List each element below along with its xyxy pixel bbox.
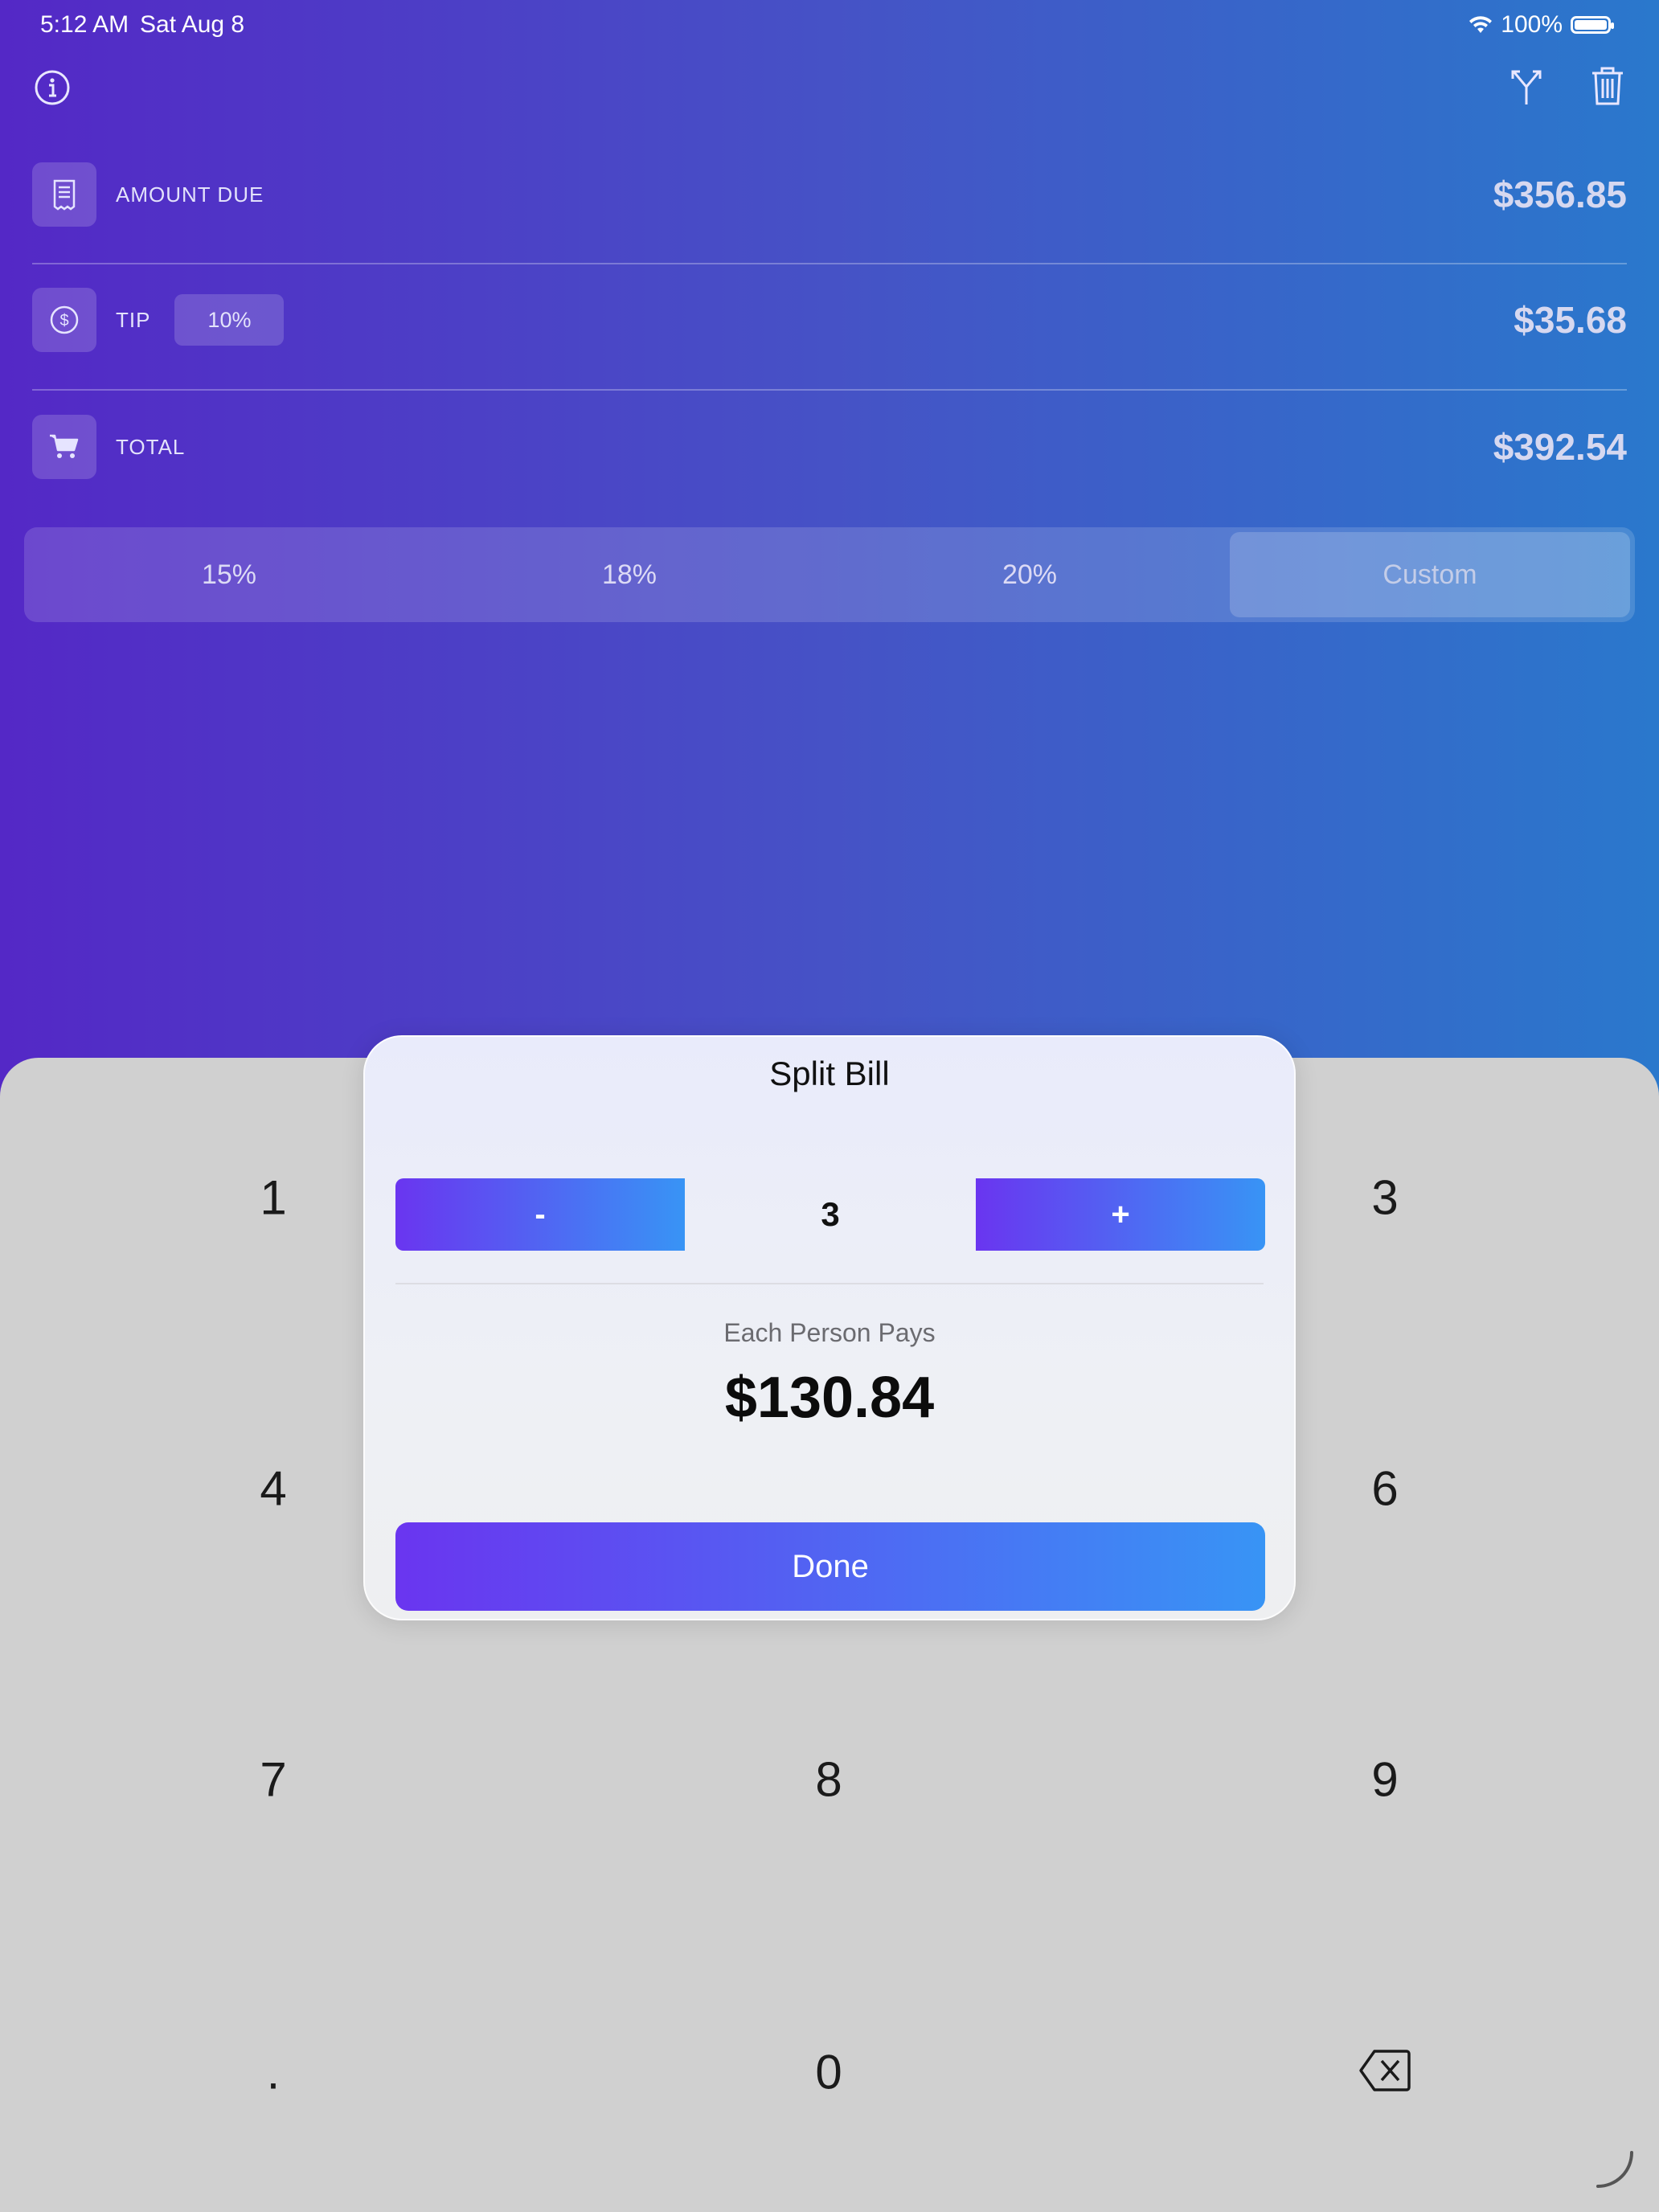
key-7[interactable]: 7 [260,1752,286,1808]
dialog-divider [395,1283,1264,1284]
battery-icon [1571,16,1614,34]
wifi-icon [1469,16,1493,33]
backspace-icon[interactable] [1358,2048,1411,2093]
total-label: TOTAL [116,434,186,459]
key-3[interactable]: 3 [1371,1170,1398,1226]
amount-due-value: $356.85 [1493,174,1627,215]
svg-text:$: $ [59,312,68,330]
done-button[interactable]: Done [395,1522,1265,1611]
key-0[interactable]: 0 [815,2045,842,2100]
key-4[interactable]: 4 [260,1461,286,1517]
people-count: 3 [821,1195,840,1233]
tip-option-20[interactable]: 20% [830,532,1230,617]
status-time: 5:12 AM [40,11,129,38]
decrease-button[interactable]: - [395,1178,685,1251]
trash-icon[interactable] [1590,66,1625,106]
increase-button[interactable]: + [976,1178,1265,1251]
key-decimal[interactable]: . [267,2045,281,2100]
tip-percent-chip[interactable]: 10% [174,294,285,346]
each-person-label: Each Person Pays [723,1318,936,1347]
cart-icon [32,415,96,479]
dollar-circle-icon: $ [32,288,96,352]
tip-option-18[interactable]: 18% [429,532,830,617]
tip-value: $35.68 [1514,299,1627,341]
key-6[interactable]: 6 [1371,1461,1398,1517]
each-person-amount: $130.84 [724,1366,935,1430]
key-9[interactable]: 9 [1371,1752,1398,1808]
tip-option-15[interactable]: 15% [29,532,429,617]
tip-segmented-control[interactable]: 15% 18% 20% Custom [24,527,1635,622]
split-icon[interactable] [1508,68,1545,106]
dialog-title: Split Bill [769,1055,890,1092]
battery-percent: 100% [1501,11,1563,38]
amount-due-label: AMOUNT DUE [116,182,264,207]
total-value: $392.54 [1493,426,1627,468]
tip-label: TIP [116,307,151,332]
status-date: Sat Aug 8 [140,11,245,38]
amount-due-row[interactable]: AMOUNT DUE $356.85 [32,132,1627,257]
key-1[interactable]: 1 [260,1170,286,1226]
key-8[interactable]: 8 [815,1752,842,1808]
info-icon[interactable] [34,69,71,106]
status-indicators: 100% [1469,11,1614,39]
tip-option-custom[interactable]: Custom [1230,532,1630,617]
total-row[interactable]: TOTAL $392.54 [32,384,1627,510]
tip-row[interactable]: $ TIP 10% $35.68 [32,257,1627,383]
resize-grabber-icon[interactable] [1595,2149,1635,2189]
split-bill-dialog: Split Bill - 3 + Each Person Pays $130.8… [363,1035,1296,1620]
receipt-icon [32,162,96,227]
